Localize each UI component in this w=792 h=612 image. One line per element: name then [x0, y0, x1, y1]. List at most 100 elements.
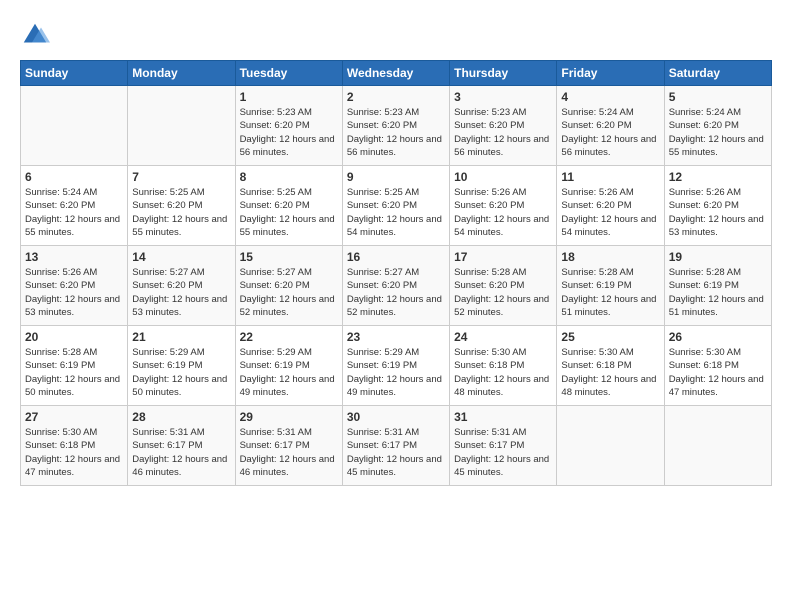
day-info: Sunrise: 5:30 AM Sunset: 6:18 PM Dayligh…: [669, 346, 767, 399]
calendar-cell: [128, 86, 235, 166]
day-number: 7: [132, 170, 230, 184]
day-info: Sunrise: 5:31 AM Sunset: 6:17 PM Dayligh…: [240, 426, 338, 479]
calendar-cell: 8Sunrise: 5:25 AM Sunset: 6:20 PM Daylig…: [235, 166, 342, 246]
calendar-cell: 21Sunrise: 5:29 AM Sunset: 6:19 PM Dayli…: [128, 326, 235, 406]
calendar-cell: 9 Sunrise: 5:25 AM Sunset: 6:20 PM Daylig…: [342, 166, 449, 246]
calendar-cell: 22 Sunrise: 5:29 AM Sunset: 6:19 PM Dayli…: [235, 326, 342, 406]
day-info: Sunrise: 5:28 AM Sunset: 6:19 PM Dayligh…: [561, 266, 659, 319]
calendar-cell: 3 Sunrise: 5:23 AM Sunset: 6:20 PM Daylig…: [450, 86, 557, 166]
day-number: 1: [240, 90, 338, 104]
day-number: 12: [669, 170, 767, 184]
day-info: Sunrise: 5:25 AM Sunset: 6:20 PM Dayligh…: [347, 186, 445, 239]
day-info: Sunrise: 5:31 AM Sunset: 6:17 PM Dayligh…: [454, 426, 552, 479]
weekday-header-wednesday: Wednesday: [342, 61, 449, 86]
day-info: Sunrise: 5:23 AM Sunset: 6:20 PM Dayligh…: [454, 106, 552, 159]
calendar-cell: [557, 406, 664, 486]
calendar-cell: 26 Sunrise: 5:30 AM Sunset: 6:18 PM Dayli…: [664, 326, 771, 406]
day-info: Sunrise: 5:27 AM Sunset: 6:20 PM Dayligh…: [240, 266, 338, 319]
day-info: Sunrise: 5:28 AM Sunset: 6:20 PM Dayligh…: [454, 266, 552, 319]
calendar-cell: 17 Sunrise: 5:28 AM Sunset: 6:20 PM Dayli…: [450, 246, 557, 326]
day-info: Sunrise: 5:26 AM Sunset: 6:20 PM Dayligh…: [669, 186, 767, 239]
weekday-header-friday: Friday: [557, 61, 664, 86]
day-info: Sunrise: 5:26 AM Sunset: 6:20 PM Dayligh…: [561, 186, 659, 239]
day-info: Sunrise: 5:31 AM Sunset: 6:17 PM Dayligh…: [347, 426, 445, 479]
calendar-table: SundayMondayTuesdayWednesdayThursdayFrid…: [20, 60, 772, 486]
calendar-cell: 11Sunrise: 5:26 AM Sunset: 6:20 PM Dayli…: [557, 166, 664, 246]
day-number: 26: [669, 330, 767, 344]
day-info: Sunrise: 5:27 AM Sunset: 6:20 PM Dayligh…: [347, 266, 445, 319]
logo: [20, 20, 54, 50]
day-number: 19: [669, 250, 767, 264]
calendar-body: 1 Sunrise: 5:23 AM Sunset: 6:20 PM Daylig…: [21, 86, 772, 486]
calendar-cell: 28Sunrise: 5:31 AM Sunset: 6:17 PM Dayli…: [128, 406, 235, 486]
day-info: Sunrise: 5:23 AM Sunset: 6:20 PM Dayligh…: [240, 106, 338, 159]
calendar-cell: 15 Sunrise: 5:27 AM Sunset: 6:20 PM Dayli…: [235, 246, 342, 326]
day-number: 18: [561, 250, 659, 264]
logo-icon: [20, 20, 50, 50]
calendar-cell: [664, 406, 771, 486]
day-number: 28: [132, 410, 230, 424]
weekday-header-monday: Monday: [128, 61, 235, 86]
day-number: 4: [561, 90, 659, 104]
day-number: 9: [347, 170, 445, 184]
day-info: Sunrise: 5:28 AM Sunset: 6:19 PM Dayligh…: [669, 266, 767, 319]
day-number: 5: [669, 90, 767, 104]
calendar-cell: 18 Sunrise: 5:28 AM Sunset: 6:19 PM Dayli…: [557, 246, 664, 326]
day-number: 13: [25, 250, 123, 264]
day-number: 2: [347, 90, 445, 104]
weekday-header-thursday: Thursday: [450, 61, 557, 86]
calendar-cell: 31 Sunrise: 5:31 AM Sunset: 6:17 PM Dayli…: [450, 406, 557, 486]
day-info: Sunrise: 5:25 AM Sunset: 6:20 PM Dayligh…: [132, 186, 230, 239]
calendar-cell: 2 Sunrise: 5:23 AM Sunset: 6:20 PM Daylig…: [342, 86, 449, 166]
day-number: 27: [25, 410, 123, 424]
day-info: Sunrise: 5:30 AM Sunset: 6:18 PM Dayligh…: [25, 426, 123, 479]
day-info: Sunrise: 5:28 AM Sunset: 6:19 PM Dayligh…: [25, 346, 123, 399]
calendar-cell: 13 Sunrise: 5:26 AM Sunset: 6:20 PM Dayli…: [21, 246, 128, 326]
day-info: Sunrise: 5:24 AM Sunset: 6:20 PM Dayligh…: [561, 106, 659, 159]
calendar-week-1: 1 Sunrise: 5:23 AM Sunset: 6:20 PM Daylig…: [21, 86, 772, 166]
calendar-cell: 24 Sunrise: 5:30 AM Sunset: 6:18 PM Dayli…: [450, 326, 557, 406]
day-info: Sunrise: 5:23 AM Sunset: 6:20 PM Dayligh…: [347, 106, 445, 159]
calendar-cell: 20 Sunrise: 5:28 AM Sunset: 6:19 PM Dayli…: [21, 326, 128, 406]
day-number: 16: [347, 250, 445, 264]
day-number: 24: [454, 330, 552, 344]
calendar-cell: 6Sunrise: 5:24 AM Sunset: 6:20 PM Daylig…: [21, 166, 128, 246]
day-number: 30: [347, 410, 445, 424]
day-info: Sunrise: 5:30 AM Sunset: 6:18 PM Dayligh…: [561, 346, 659, 399]
calendar-week-4: 20 Sunrise: 5:28 AM Sunset: 6:19 PM Dayli…: [21, 326, 772, 406]
calendar-cell: 27 Sunrise: 5:30 AM Sunset: 6:18 PM Dayli…: [21, 406, 128, 486]
day-number: 31: [454, 410, 552, 424]
calendar-week-5: 27 Sunrise: 5:30 AM Sunset: 6:18 PM Dayli…: [21, 406, 772, 486]
day-number: 23: [347, 330, 445, 344]
calendar-cell: 7 Sunrise: 5:25 AM Sunset: 6:20 PM Daylig…: [128, 166, 235, 246]
calendar-cell: 16 Sunrise: 5:27 AM Sunset: 6:20 PM Dayli…: [342, 246, 449, 326]
page-header: [20, 20, 772, 50]
day-number: 17: [454, 250, 552, 264]
calendar-week-3: 13 Sunrise: 5:26 AM Sunset: 6:20 PM Dayli…: [21, 246, 772, 326]
calendar-cell: 29Sunrise: 5:31 AM Sunset: 6:17 PM Dayli…: [235, 406, 342, 486]
day-info: Sunrise: 5:26 AM Sunset: 6:20 PM Dayligh…: [454, 186, 552, 239]
weekday-header-tuesday: Tuesday: [235, 61, 342, 86]
day-number: 21: [132, 330, 230, 344]
day-info: Sunrise: 5:24 AM Sunset: 6:20 PM Dayligh…: [25, 186, 123, 239]
weekday-header-sunday: Sunday: [21, 61, 128, 86]
weekday-header-saturday: Saturday: [664, 61, 771, 86]
weekday-header-row: SundayMondayTuesdayWednesdayThursdayFrid…: [21, 61, 772, 86]
day-info: Sunrise: 5:29 AM Sunset: 6:19 PM Dayligh…: [347, 346, 445, 399]
day-number: 3: [454, 90, 552, 104]
calendar-cell: 1 Sunrise: 5:23 AM Sunset: 6:20 PM Daylig…: [235, 86, 342, 166]
day-number: 20: [25, 330, 123, 344]
day-info: Sunrise: 5:27 AM Sunset: 6:20 PM Dayligh…: [132, 266, 230, 319]
day-number: 25: [561, 330, 659, 344]
day-number: 22: [240, 330, 338, 344]
calendar-cell: 14 Sunrise: 5:27 AM Sunset: 6:20 PM Dayli…: [128, 246, 235, 326]
calendar-cell: 23 Sunrise: 5:29 AM Sunset: 6:19 PM Dayli…: [342, 326, 449, 406]
day-info: Sunrise: 5:29 AM Sunset: 6:19 PM Dayligh…: [240, 346, 338, 399]
calendar-cell: 4 Sunrise: 5:24 AM Sunset: 6:20 PM Daylig…: [557, 86, 664, 166]
day-info: Sunrise: 5:25 AM Sunset: 6:20 PM Dayligh…: [240, 186, 338, 239]
day-info: Sunrise: 5:30 AM Sunset: 6:18 PM Dayligh…: [454, 346, 552, 399]
day-number: 14: [132, 250, 230, 264]
day-info: Sunrise: 5:24 AM Sunset: 6:20 PM Dayligh…: [669, 106, 767, 159]
day-info: Sunrise: 5:26 AM Sunset: 6:20 PM Dayligh…: [25, 266, 123, 319]
day-number: 15: [240, 250, 338, 264]
